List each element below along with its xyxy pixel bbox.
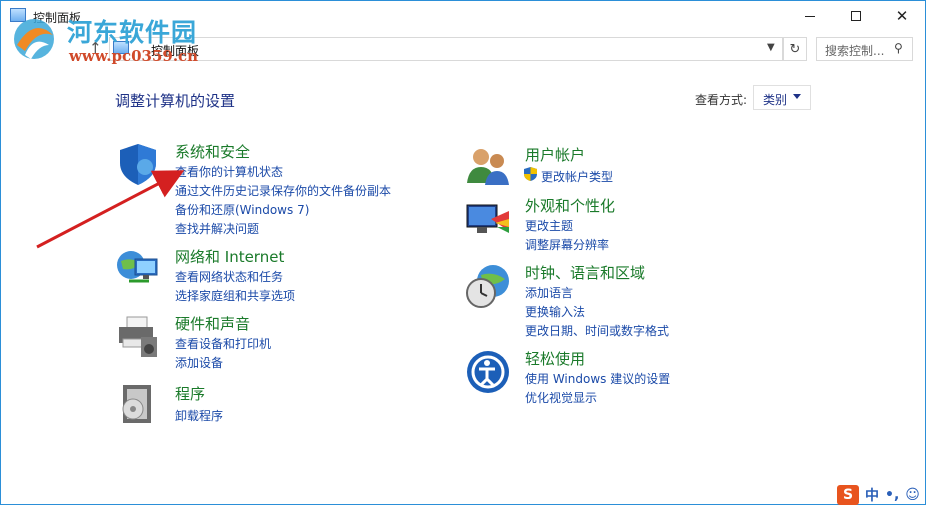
category-hardware-sound[interactable]: 硬件和声音: [175, 313, 250, 334]
programs-icon: [122, 385, 151, 423]
link-add-device[interactable]: 添加设备: [175, 354, 223, 371]
ease-of-access-icon: [467, 351, 509, 393]
refresh-icon: ↻: [789, 41, 801, 57]
dropdown-caret-icon: [793, 94, 801, 99]
minimize-button[interactable]: [787, 1, 833, 31]
minimize-icon: [805, 15, 815, 17]
view-by-label: 查看方式:: [695, 93, 748, 107]
close-icon: ✕: [895, 7, 909, 25]
network-globe-icon: [117, 251, 158, 283]
link-troubleshoot[interactable]: 查找并解决问题: [175, 220, 259, 237]
category-ease-of-access[interactable]: 轻松使用: [525, 348, 585, 369]
uac-shield-icon: [524, 167, 537, 181]
clock-globe-icon: [466, 265, 509, 308]
link-change-date-time-format[interactable]: 更改日期、时间或数字格式: [525, 322, 669, 339]
maximize-icon: [851, 11, 861, 21]
link-uninstall-program[interactable]: 卸载程序: [175, 407, 223, 424]
link-change-account-type[interactable]: 更改帐户类型: [541, 168, 613, 185]
link-file-history-backup[interactable]: 通过文件历史记录保存你的文件备份副本: [175, 182, 391, 199]
category-system-security[interactable]: 系统和安全: [175, 141, 250, 162]
category-user-accounts[interactable]: 用户帐户: [525, 144, 585, 165]
maximize-button[interactable]: [833, 1, 879, 31]
category-network-internet[interactable]: 网络和 Internet: [175, 246, 284, 267]
printer-icon: [119, 316, 157, 357]
view-by-dropdown[interactable]: 类别: [753, 85, 811, 110]
link-backup-restore[interactable]: 备份和还原(Windows 7): [175, 201, 309, 218]
view-by-value: 类别: [763, 93, 788, 107]
page-title: 调整计算机的设置: [115, 92, 236, 110]
search-icon[interactable]: ⚲: [894, 41, 903, 55]
link-devices-printers[interactable]: 查看设备和打印机: [175, 335, 271, 352]
control-panel-window: 控制面板 ✕ ↑ 控制面板 ▼ ↻ 搜索控制... ⚲ 河东软件园 www.pc…: [0, 0, 926, 505]
appearance-icon: [466, 204, 509, 233]
category-clock-language-region[interactable]: 时钟、语言和区域: [525, 262, 645, 283]
ime-logo-icon: S: [837, 485, 859, 505]
close-button[interactable]: ✕: [879, 1, 925, 31]
watermark-logo-icon: [14, 19, 54, 59]
users-icon: [467, 149, 509, 185]
ime-tray[interactable]: S 中 •, ☺: [837, 485, 920, 505]
ime-punctuation[interactable]: •,: [885, 487, 899, 503]
link-optimize-visual-display[interactable]: 优化视觉显示: [525, 389, 597, 406]
address-bar[interactable]: [109, 37, 783, 61]
category-programs[interactable]: 程序: [175, 383, 205, 404]
category-appearance-personalization[interactable]: 外观和个性化: [525, 195, 615, 216]
chevron-down-icon[interactable]: ▼: [767, 42, 775, 53]
link-adjust-resolution[interactable]: 调整屏幕分辨率: [525, 236, 609, 253]
shield-icon: [120, 144, 156, 185]
link-view-computer-status[interactable]: 查看你的计算机状态: [175, 163, 283, 180]
watermark-url: www.pc0359.cn: [69, 47, 199, 65]
refresh-button[interactable]: ↻: [783, 37, 807, 61]
link-homegroup-sharing[interactable]: 选择家庭组和共享选项: [175, 287, 295, 304]
link-recommended-settings[interactable]: 使用 Windows 建议的设置: [525, 370, 670, 387]
link-view-network-status[interactable]: 查看网络状态和任务: [175, 268, 283, 285]
link-change-input-method[interactable]: 更换输入法: [525, 303, 585, 320]
watermark-title: 河东软件园: [67, 18, 198, 47]
search-placeholder: 搜索控制...: [825, 44, 885, 58]
link-change-theme[interactable]: 更改主题: [525, 217, 573, 234]
link-add-language[interactable]: 添加语言: [525, 284, 573, 301]
ime-mode[interactable]: 中: [865, 485, 879, 505]
ime-emoji-icon[interactable]: ☺: [905, 487, 920, 503]
